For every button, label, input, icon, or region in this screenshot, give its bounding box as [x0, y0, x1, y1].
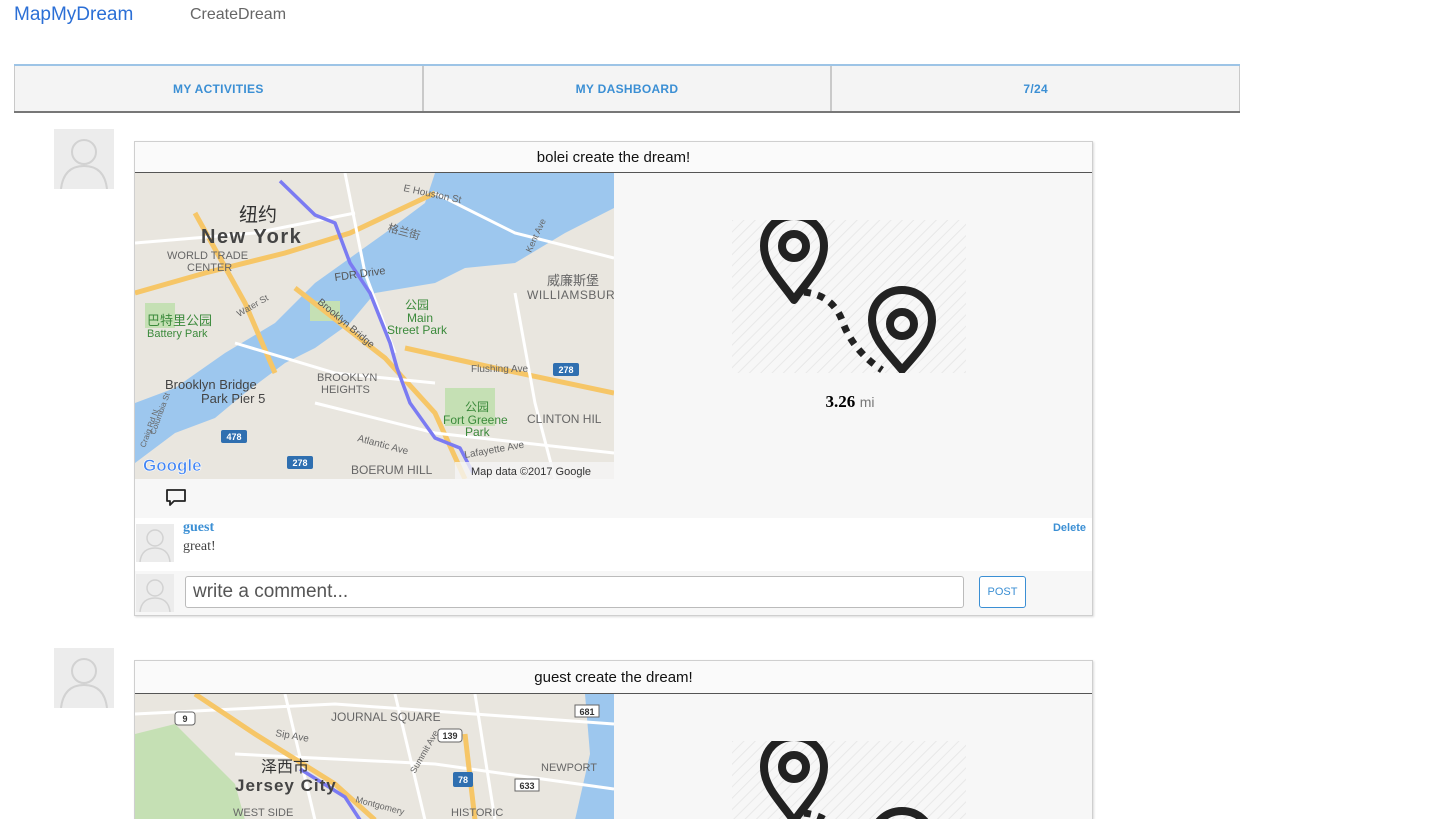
svg-text:78: 78: [458, 775, 468, 785]
comment-input[interactable]: [185, 576, 964, 608]
svg-text:139: 139: [442, 731, 457, 741]
svg-text:Park Pier 5: Park Pier 5: [201, 391, 265, 406]
route-pins-illustration: [732, 212, 966, 374]
post-title: bolei create the dream!: [135, 142, 1092, 173]
create-dream-link[interactable]: CreateDream: [190, 6, 286, 24]
route-pins-illustration: [732, 733, 966, 819]
svg-text:New York: New York: [201, 226, 302, 248]
svg-text:633: 633: [519, 781, 534, 791]
main-tabs: MY ACTIVITIES MY DASHBOARD 7/24: [14, 64, 1241, 113]
svg-text:威廉斯堡: 威廉斯堡: [547, 273, 599, 288]
map-pin-icon: [732, 212, 966, 374]
svg-text:WORLD TRADE: WORLD TRADE: [167, 250, 248, 262]
svg-text:泽西市: 泽西市: [261, 758, 309, 776]
svg-text:Park: Park: [465, 425, 491, 439]
distance-readout: 3.26 mi: [715, 392, 985, 412]
svg-text:WILLIAMSBUR: WILLIAMSBUR: [527, 288, 614, 302]
svg-text:公园: 公园: [465, 400, 489, 414]
svg-text:Google: Google: [143, 456, 202, 475]
user-silhouette-icon: [60, 139, 108, 189]
svg-text:Battery Park: Battery Park: [147, 328, 208, 340]
svg-text:巴特里公园: 巴特里公园: [147, 313, 212, 328]
svg-text:9: 9: [182, 714, 187, 724]
tab-my-activities[interactable]: MY ACTIVITIES: [14, 66, 423, 111]
svg-text:公园: 公园: [405, 298, 429, 312]
svg-text:Map data ©2017 Google: Map data ©2017 Google: [471, 466, 591, 478]
post-title: guest create the dream!: [135, 661, 1092, 694]
route-map[interactable]: 9 139 78 681 633 JOURNAL SQUARE Sip Ave …: [135, 694, 614, 819]
svg-text:纽约: 纽约: [239, 204, 277, 226]
dream-post-card: guest create the dream! 9 139 78 681 633…: [134, 660, 1093, 819]
comment-text: great!: [183, 539, 216, 554]
svg-text:BROOKLYN: BROOKLYN: [317, 372, 377, 384]
route-map[interactable]: 278 478 278 纽约 New York WORLD TRADE CENT…: [135, 173, 614, 479]
new-comment-row: POST: [135, 571, 1092, 615]
svg-text:HISTORIC: HISTORIC: [451, 807, 503, 819]
svg-text:Brooklyn Bridge: Brooklyn Bridge: [165, 377, 257, 392]
svg-text:Street Park: Street Park: [387, 323, 448, 337]
post-author-avatar[interactable]: [54, 648, 114, 708]
svg-text:Flushing Ave: Flushing Ave: [471, 364, 529, 375]
svg-text:CENTER: CENTER: [187, 262, 232, 274]
tab-my-dashboard[interactable]: MY DASHBOARD: [422, 66, 832, 111]
svg-text:HEIGHTS: HEIGHTS: [321, 384, 370, 396]
svg-text:478: 478: [226, 432, 241, 442]
map-pin-icon: [732, 733, 966, 819]
user-silhouette-icon: [139, 529, 171, 562]
comment-username[interactable]: guest: [183, 520, 214, 536]
distance-value: 3.26: [825, 392, 856, 411]
svg-text:JOURNAL SQUARE: JOURNAL SQUARE: [331, 710, 441, 724]
svg-text:278: 278: [558, 365, 573, 375]
svg-text:681: 681: [579, 707, 594, 717]
tab-7-24[interactable]: 7/24: [831, 66, 1241, 111]
svg-text:BOERUM HILL: BOERUM HILL: [351, 463, 433, 477]
svg-text:NEWPORT: NEWPORT: [541, 762, 597, 774]
top-navbar: MapMyDream CreateDream: [0, 0, 1432, 30]
svg-text:278: 278: [292, 458, 307, 468]
current-user-avatar: [136, 574, 174, 612]
svg-text:CLINTON HIL: CLINTON HIL: [527, 412, 602, 426]
comment-avatar[interactable]: [136, 524, 174, 562]
dream-post-card: bolei create the dream! 278 478 278 纽约 N…: [134, 141, 1093, 616]
comment-item: guest great! Delete: [135, 518, 1092, 571]
user-silhouette-icon: [139, 579, 171, 612]
user-silhouette-icon: [60, 658, 108, 708]
comment-icon[interactable]: [165, 488, 187, 508]
post-author-avatar[interactable]: [54, 129, 114, 189]
brand-link[interactable]: MapMyDream: [14, 4, 133, 26]
post-comment-button[interactable]: POST: [979, 576, 1026, 608]
distance-unit: mi: [859, 394, 875, 410]
svg-text:WEST SIDE: WEST SIDE: [233, 807, 293, 819]
svg-text:Jersey City: Jersey City: [235, 776, 337, 795]
delete-comment-button[interactable]: Delete: [1053, 522, 1086, 534]
